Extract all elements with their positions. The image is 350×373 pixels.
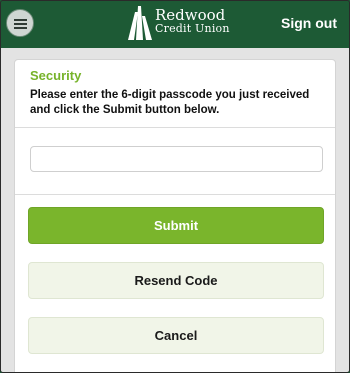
passcode-input[interactable] bbox=[30, 146, 323, 172]
redwood-tree-icon bbox=[128, 6, 152, 40]
resend-code-button[interactable]: Resend Code bbox=[28, 262, 324, 299]
brand-subtitle: Credit Union bbox=[155, 22, 230, 35]
security-card: Security Please enter the 6-digit passco… bbox=[14, 59, 336, 372]
hamburger-menu-icon[interactable] bbox=[6, 9, 34, 37]
sign-out-link[interactable]: Sign out bbox=[281, 15, 337, 31]
page-content: Security Please enter the 6-digit passco… bbox=[1, 48, 349, 372]
divider bbox=[15, 127, 335, 128]
instructions-text: Please enter the 6-digit passcode you ju… bbox=[30, 89, 310, 116]
submit-button[interactable]: Submit bbox=[28, 207, 324, 244]
brand-logo: Redwood Credit Union bbox=[127, 6, 257, 40]
app-header: Redwood Credit Union Sign out bbox=[1, 1, 349, 48]
app-window: Redwood Credit Union Sign out Security P… bbox=[0, 0, 350, 373]
section-title: Security bbox=[30, 68, 82, 83]
brand-name: Redwood bbox=[155, 6, 226, 24]
cancel-button[interactable]: Cancel bbox=[28, 317, 324, 354]
divider bbox=[15, 194, 335, 195]
